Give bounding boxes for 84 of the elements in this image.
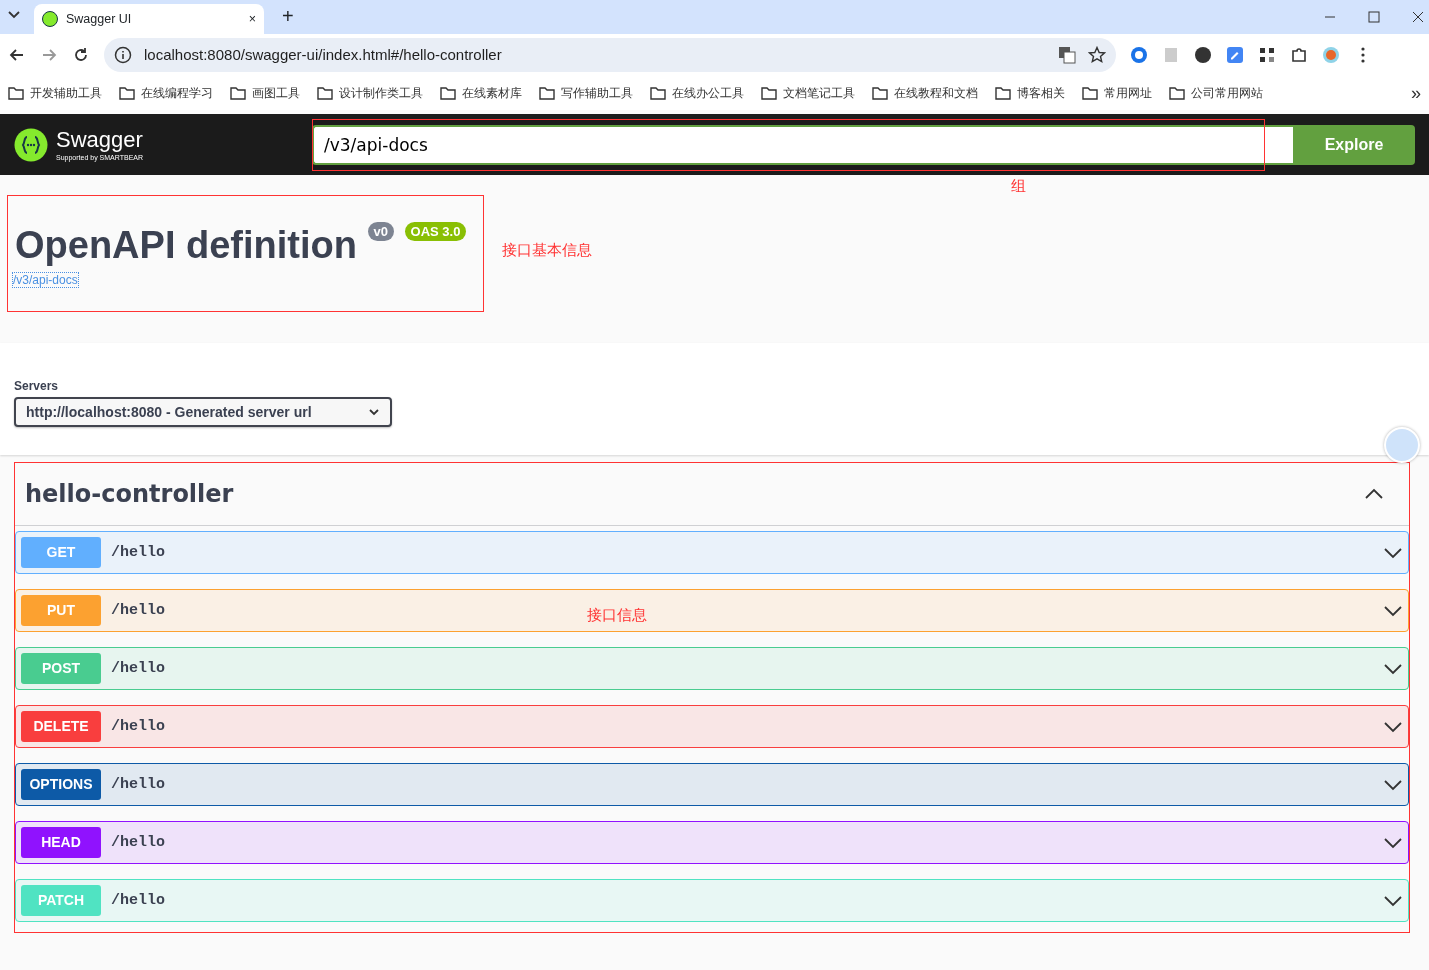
annotation-text: 接口基本信息 bbox=[502, 240, 592, 260]
expand-icon[interactable] bbox=[1383, 836, 1403, 849]
tag-header[interactable]: hello-controller bbox=[15, 463, 1409, 526]
expand-icon[interactable] bbox=[1383, 894, 1403, 907]
operation-row[interactable]: PATCH /hello bbox=[15, 879, 1409, 922]
bookmark[interactable]: 开发辅助工具 bbox=[8, 84, 102, 102]
profile-icon[interactable] bbox=[1322, 46, 1340, 64]
more-bookmarks-button[interactable]: » bbox=[1411, 79, 1421, 107]
method-label: HEAD bbox=[21, 827, 101, 858]
operation-path: /hello bbox=[111, 835, 165, 850]
folder-icon bbox=[650, 86, 666, 100]
operation-row[interactable]: OPTIONS /hello bbox=[15, 763, 1409, 806]
operation-path: /hello bbox=[111, 545, 165, 560]
info-icon bbox=[114, 46, 132, 64]
folder-icon bbox=[995, 86, 1011, 100]
tag-name: hello-controller bbox=[25, 479, 234, 509]
close-icon[interactable] bbox=[1411, 10, 1425, 24]
bookmark[interactable]: 公司常用网站 bbox=[1169, 84, 1263, 102]
bookmark[interactable]: 在线教程和文档 bbox=[872, 84, 978, 102]
browser-tab[interactable]: Swagger UI × bbox=[34, 4, 264, 34]
address-bar[interactable]: localhost:8080/swagger-ui/index.html#/hello-controller bbox=[104, 38, 1116, 72]
method-label: DELETE bbox=[21, 711, 101, 742]
method-label: PATCH bbox=[21, 885, 101, 916]
version-badge: v0 bbox=[367, 222, 394, 241]
bookmark[interactable]: 文档笔记工具 bbox=[761, 84, 855, 102]
folder-icon bbox=[119, 86, 135, 100]
method-label: POST bbox=[21, 653, 101, 684]
bookmark[interactable]: 在线编程学习 bbox=[119, 84, 213, 102]
extension-dark-circle-icon[interactable] bbox=[1194, 46, 1212, 64]
bookmark[interactable]: 博客相关 bbox=[995, 84, 1065, 102]
bookmark[interactable]: 在线素材库 bbox=[440, 84, 522, 102]
maximize-icon[interactable] bbox=[1367, 10, 1381, 24]
folder-icon bbox=[440, 86, 456, 100]
bookmark[interactable]: 设计制作类工具 bbox=[317, 84, 423, 102]
swagger-logo-icon bbox=[14, 127, 48, 162]
annotation-text: 接口信息 bbox=[587, 605, 647, 625]
url-field[interactable]: /v3/api-docs bbox=[312, 124, 1293, 165]
operation-row[interactable]: DELETE /hello bbox=[15, 705, 1409, 748]
tab-title: Swagger UI bbox=[66, 10, 133, 28]
oas-badge: OAS 3.0 bbox=[404, 222, 467, 241]
folder-icon bbox=[872, 86, 888, 100]
operation-path: /hello bbox=[111, 603, 165, 618]
new-tab-button[interactable]: + bbox=[282, 1, 294, 31]
folder-icon bbox=[8, 86, 24, 100]
collapse-icon[interactable] bbox=[1364, 488, 1384, 500]
bookmark[interactable]: 写作辅助工具 bbox=[539, 84, 633, 102]
folder-icon bbox=[1082, 86, 1098, 100]
folder-icon bbox=[761, 86, 777, 100]
server-select[interactable]: http://localhost:8080 - Generated server url bbox=[14, 397, 392, 427]
swagger-logo-icon bbox=[42, 11, 58, 27]
operation-path: /hello bbox=[111, 661, 165, 676]
expand-icon[interactable] bbox=[1383, 604, 1403, 617]
address-text: localhost:8080/swagger-ui/index.html#/hello-controller bbox=[144, 44, 503, 65]
extension-circle-icon[interactable] bbox=[1130, 46, 1148, 64]
star-icon[interactable] bbox=[1088, 46, 1106, 64]
folder-icon bbox=[539, 86, 555, 100]
folder-icon bbox=[317, 86, 333, 100]
caret-icon bbox=[368, 406, 380, 418]
bookmark[interactable]: 常用网址 bbox=[1082, 84, 1152, 102]
expand-icon[interactable] bbox=[1383, 546, 1403, 559]
expand-icon[interactable] bbox=[1383, 662, 1403, 675]
expand-icon[interactable] bbox=[1383, 720, 1403, 733]
edit-icon[interactable] bbox=[1226, 46, 1244, 64]
method-label: PUT bbox=[21, 595, 101, 626]
folder-icon bbox=[230, 86, 246, 100]
reload-icon[interactable] bbox=[72, 46, 90, 64]
servers-label: Servers bbox=[14, 378, 60, 395]
method-label: OPTIONS bbox=[21, 769, 101, 800]
operation-row[interactable]: GET /hello bbox=[15, 531, 1409, 574]
operation-path: /hello bbox=[111, 719, 165, 734]
logo-text: Swagger bbox=[56, 128, 144, 151]
operation-path: /hello bbox=[111, 893, 165, 908]
qr-code-icon[interactable] bbox=[1258, 46, 1276, 64]
expand-icon[interactable] bbox=[1383, 778, 1403, 791]
bookmark[interactable]: 画图工具 bbox=[230, 84, 300, 102]
api-title: OpenAPI definition bbox=[15, 224, 358, 266]
bookmark[interactable]: 在线办公工具 bbox=[650, 84, 744, 102]
folder-icon bbox=[1169, 86, 1185, 100]
close-tab-button[interactable]: × bbox=[248, 9, 256, 29]
operation-row[interactable]: POST /hello bbox=[15, 647, 1409, 690]
operation-row[interactable]: HEAD /hello bbox=[15, 821, 1409, 864]
annotation-text: 组 bbox=[1011, 176, 1026, 196]
operation-path: /hello bbox=[111, 777, 165, 792]
method-label: GET bbox=[21, 537, 101, 568]
